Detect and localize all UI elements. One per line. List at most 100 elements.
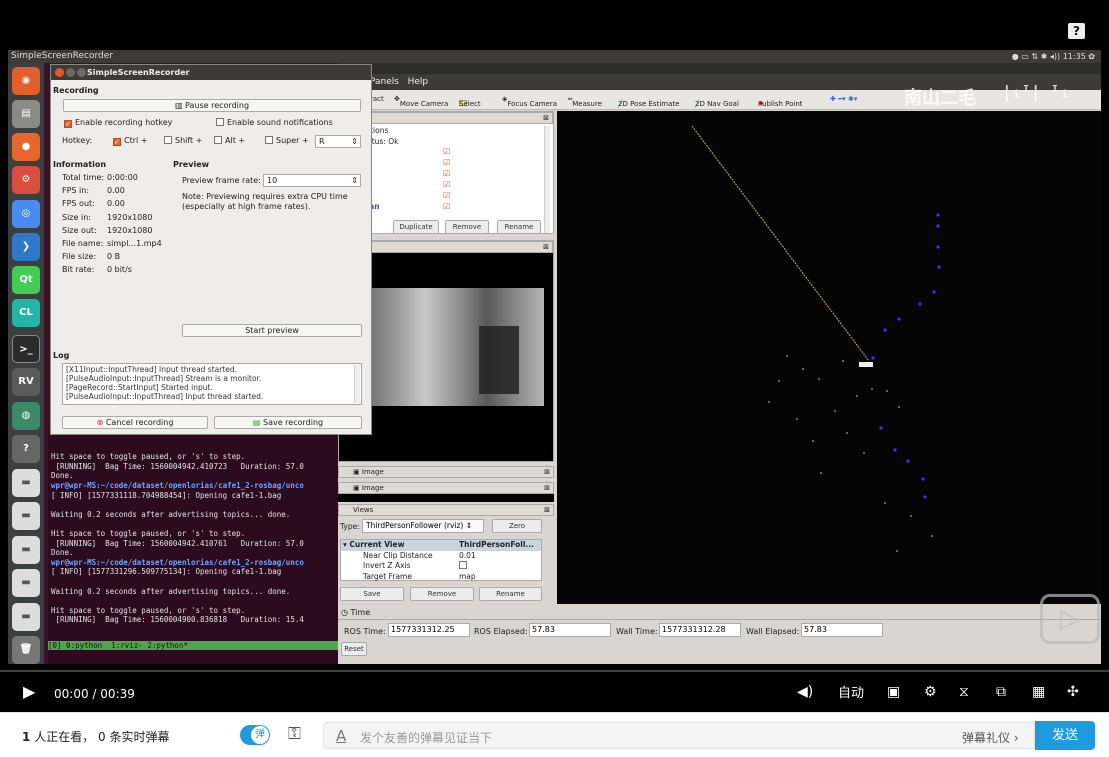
info-row: File size: 0 B xyxy=(62,252,177,265)
web-fullscreen-icon[interactable]: ▦ xyxy=(1032,684,1045,700)
invert-z-checkbox[interactable] xyxy=(459,561,467,569)
qt-icon[interactable]: Qt xyxy=(12,266,40,294)
help-icon[interactable]: ? xyxy=(1068,23,1085,39)
preview-rate-input[interactable]: 10 ⇕ xyxy=(263,174,361,187)
settings-icon[interactable]: ⚙ xyxy=(924,684,937,700)
scan-points xyxy=(768,355,933,552)
clion-icon[interactable]: CL xyxy=(12,299,40,327)
font-icon[interactable]: A xyxy=(336,727,346,745)
rename-view-button[interactable]: Rename xyxy=(479,587,542,601)
duplicate-button[interactable]: Duplicate xyxy=(393,220,439,234)
check-icon xyxy=(216,118,224,126)
trash-icon[interactable]: 🗑 xyxy=(12,636,40,664)
send-button[interactable]: 发送 xyxy=(1035,721,1095,750)
zero-button[interactable]: Zero xyxy=(492,519,542,533)
menu-help[interactable]: Help xyxy=(408,77,429,87)
danmu-style-icon[interactable]: ⚿ xyxy=(288,724,301,744)
tool-move-camera[interactable]: ✥ Move Camera xyxy=(394,95,448,108)
log-line: [PulseAudioInput::InputThread] Stream is… xyxy=(66,374,262,383)
ros-elapsed-field[interactable]: 57.83 xyxy=(529,623,611,637)
tool-add-icon[interactable]: ✚ ━▾ ✱▾ xyxy=(830,95,857,103)
image-panel-3[interactable]: ▣ Image ⊠ xyxy=(338,482,554,494)
current-view-row[interactable]: ▾ Current View ThirdPersonFoll... xyxy=(341,540,541,551)
chrome-icon[interactable]: ◎ xyxy=(12,200,40,228)
ctrl-checkbox[interactable]: ✓ Ctrl + xyxy=(113,136,147,146)
reset-button[interactable]: Reset xyxy=(341,642,367,656)
wall-time-field[interactable]: 1577331312.28 xyxy=(659,623,741,637)
save-recording-button[interactable]: ▤ Save recording xyxy=(214,416,362,429)
settings-icon[interactable]: ⚙ xyxy=(12,166,40,194)
save-view-button[interactable]: Save xyxy=(340,587,404,601)
disk-icon[interactable]: ▬ xyxy=(12,603,40,631)
remove-view-button[interactable]: Remove xyxy=(410,587,474,601)
log-scrollbar[interactable] xyxy=(354,365,360,403)
log-lines: [X11Input::InputThread] Input thread sta… xyxy=(66,365,358,401)
tool-measure[interactable]: ═ Measure xyxy=(568,95,602,108)
info-value: simpl...1.mp4 xyxy=(107,238,162,248)
tool-focus-camera[interactable]: ◈ Focus Camera xyxy=(502,95,557,108)
disk-icon[interactable]: ▬ xyxy=(12,536,40,564)
video-player[interactable]: ? SimpleScreenRecorder ● ▭ ⇅ ✱ ◂)) 11:35… xyxy=(0,0,1109,712)
shift-checkbox[interactable]: Shift + xyxy=(164,136,202,145)
close-icon[interactable] xyxy=(55,68,64,77)
info-value: 0:00:00 xyxy=(107,173,138,182)
danmu-settings-icon[interactable]: ⧖ xyxy=(959,684,969,700)
rename-button[interactable]: Rename xyxy=(497,220,541,234)
vscode-icon[interactable]: ❯ xyxy=(12,233,40,261)
time-title: Time xyxy=(350,608,371,617)
displays-scrollbar[interactable] xyxy=(544,126,550,233)
log-box[interactable]: [X11Input::InputThread] Input thread sta… xyxy=(62,363,362,405)
start-preview-button[interactable]: Start preview xyxy=(182,324,362,337)
prop-row[interactable]: Invert Z Axis xyxy=(341,561,541,572)
hotkey-key-select[interactable]: R ⇕ xyxy=(315,135,361,148)
checkbox-label: Shift + xyxy=(175,136,203,145)
danmu-off-icon[interactable]: ▣ xyxy=(887,684,900,700)
sound-notif-checkbox[interactable]: Enable sound notifications xyxy=(216,118,333,127)
terminal[interactable]: Hit space to toggle paused, or 's' to st… xyxy=(48,430,338,664)
super-checkbox[interactable]: Super + xyxy=(265,136,309,145)
widescreen-icon[interactable]: ⧉ xyxy=(996,684,1006,700)
terminal-icon[interactable]: >_ xyxy=(12,335,40,363)
view-properties[interactable]: ▾ Current View ThirdPersonFoll... Near Cl… xyxy=(340,539,542,581)
disk-icon[interactable]: ▬ xyxy=(12,469,40,497)
view-type-value: ThirdPersonFollower (rviz) xyxy=(366,521,464,530)
hotkey-enable-checkbox[interactable]: ✓ Enable recording hotkey xyxy=(64,118,172,128)
danmu-etiquette-link[interactable]: 弹幕礼仪 › xyxy=(962,729,1019,746)
image-panel-2[interactable]: ▣ Image ⊠ xyxy=(338,466,554,478)
files-icon[interactable]: ▤ xyxy=(12,100,40,128)
pause-icon: ▥ xyxy=(174,101,186,110)
ros-time-field[interactable]: 1577331312.25 xyxy=(388,623,470,637)
pause-recording-button[interactable]: ▥ Pause recording xyxy=(63,99,361,112)
wall-elapsed-field[interactable]: 57.83 xyxy=(801,623,883,637)
rviz-3d-viewport[interactable] xyxy=(557,111,1101,604)
fullscreen-icon[interactable]: ✣ xyxy=(1067,684,1079,700)
minimize-icon[interactable] xyxy=(66,68,75,77)
maximize-icon[interactable] xyxy=(77,68,86,77)
prop-row[interactable]: Near Clip Distance 0.01 xyxy=(341,551,541,562)
view-type-select[interactable]: ThirdPersonFollower (rviz) ⇕ xyxy=(362,519,484,533)
display-checkboxes[interactable]: ☑ ☑ ☑ ☑ ☑ ☑ xyxy=(443,147,452,212)
viewer-stats: 1 人正在看， 0 条实时弹幕 xyxy=(22,728,170,745)
watermark: 南山二毛 xyxy=(904,88,976,109)
danmu-input[interactable]: A 发个友善的弹幕见证当下 弹幕礼仪 › xyxy=(323,722,1035,749)
app-icon[interactable]: ◍ xyxy=(12,402,40,430)
ubuntu-icon[interactable]: ◉ xyxy=(12,67,40,95)
help-icon[interactable]: ? xyxy=(12,435,40,463)
play-icon[interactable]: ▶ xyxy=(23,684,35,700)
checkbox-label: Ctrl + xyxy=(124,136,148,145)
quality-button[interactable]: 自动 xyxy=(838,686,864,702)
disk-icon[interactable]: ▬ xyxy=(12,502,40,530)
prop-row[interactable]: Target Frame map xyxy=(341,572,541,583)
alt-checkbox[interactable]: Alt + xyxy=(214,136,245,145)
menu-panels[interactable]: Panels xyxy=(370,77,399,87)
info-row: Size in: 1920x1080 xyxy=(62,213,177,226)
remove-button[interactable]: Remove xyxy=(445,220,489,234)
tool-interact[interactable]: ract xyxy=(370,95,384,103)
firefox-icon[interactable]: ● xyxy=(12,133,40,161)
danmu-count: 0 xyxy=(98,730,106,744)
cancel-recording-button[interactable]: ⊗ Cancel recording xyxy=(62,416,208,429)
volume-icon[interactable]: ◀) xyxy=(797,684,813,700)
disk-icon[interactable]: ▬ xyxy=(12,569,40,597)
rviz-icon[interactable]: RV xyxy=(12,368,40,396)
danmu-toggle[interactable]: 弹 xyxy=(240,725,270,745)
